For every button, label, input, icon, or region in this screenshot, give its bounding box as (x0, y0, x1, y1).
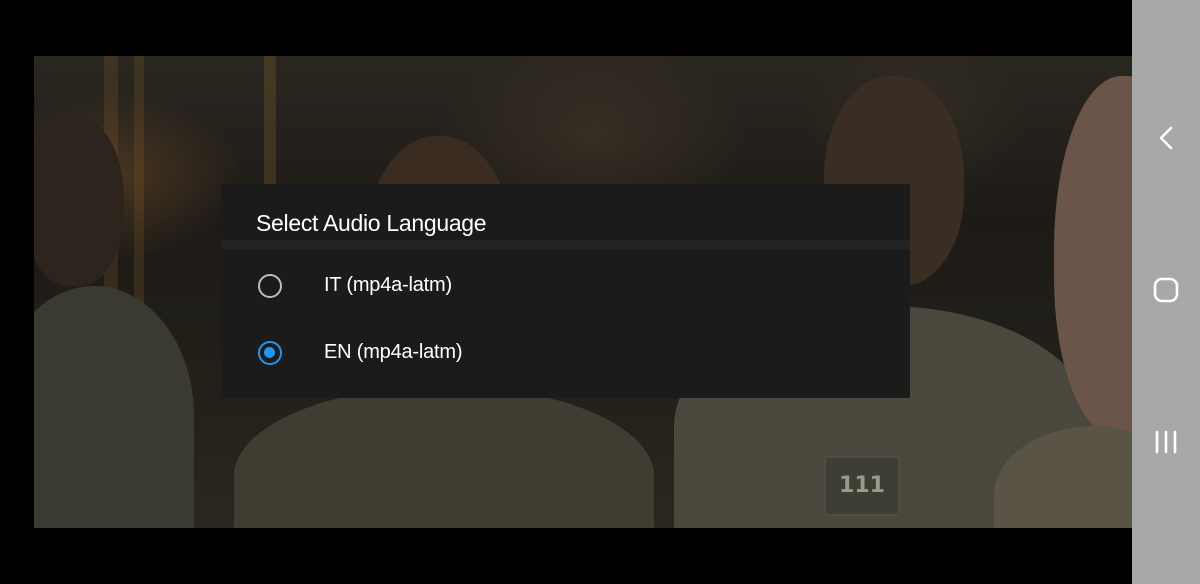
audio-option-it[interactable]: IT (mp4a-latm) (221, 254, 910, 320)
dialog-divider (221, 240, 910, 249)
dialog-title: Select Audio Language (256, 210, 487, 236)
radio-checked-icon[interactable] (258, 341, 282, 365)
background-beam (134, 56, 144, 340)
soldier-center-body (234, 386, 654, 528)
navigation-bar (1132, 0, 1200, 584)
soldier-left-head (34, 116, 124, 286)
home-square-icon (1153, 277, 1179, 303)
dialog-header: Select Audio Language (221, 184, 876, 240)
audio-option-en[interactable]: EN (mp4a-latm) (221, 321, 910, 387)
screen: 111 Select Audio Language IT (mp4a-latm)… (0, 0, 1200, 584)
recents-button[interactable] (1142, 418, 1190, 466)
audio-language-dialog: Select Audio Language IT (mp4a-latm) EN … (221, 184, 910, 398)
audio-option-label: EN (mp4a-latm) (324, 341, 463, 363)
home-button[interactable] (1142, 266, 1190, 314)
vest-number-patch: 111 (824, 456, 900, 516)
audio-option-label: IT (mp4a-latm) (324, 274, 452, 296)
soldier-left-body (34, 286, 194, 528)
back-chevron-icon (1159, 126, 1173, 150)
recents-bars-icon (1155, 430, 1177, 454)
radio-unchecked-icon[interactable] (258, 274, 282, 298)
back-button[interactable] (1142, 114, 1190, 162)
